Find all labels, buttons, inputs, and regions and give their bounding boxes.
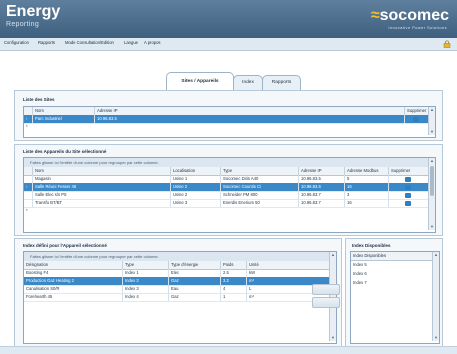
scroll-down-icon[interactable]: ▼ [429, 224, 435, 230]
col-type[interactable]: Type [220, 167, 298, 175]
col-ip[interactable]: Adresse IP [298, 167, 344, 175]
tab-sites-appareils[interactable]: Sites / Appareils [166, 72, 234, 90]
col-nom[interactable]: Nom [32, 167, 170, 175]
logo-text: socomec [379, 7, 449, 24]
index-table: Faites glisser ici l'entête d'une colonn… [23, 251, 337, 344]
new-row-icon: * [26, 124, 28, 129]
menu-langue[interactable]: Langue [124, 40, 138, 45]
col-type-energie[interactable]: Type d'énergie [168, 261, 220, 269]
delete-icon[interactable] [405, 176, 411, 182]
devices-table: Faites glisser ici l'entête d'une colonn… [23, 157, 436, 233]
delete-icon[interactable] [405, 184, 411, 190]
socomec-logo: ≈socomec [371, 7, 449, 25]
table-row[interactable]: Forehearth 45 Index 4 Gaz 1 m³ [24, 293, 336, 302]
new-row-icon: * [26, 208, 28, 213]
row-marker-icon: › [26, 184, 28, 189]
devices-panel-title: Liste des Appareils du Site sélectionné [23, 149, 107, 154]
available-index-panel: Index Disponibles Index Disponibles Inde… [345, 238, 443, 347]
scroll-down-icon[interactable]: ▼ [429, 129, 435, 135]
available-list-header: Index Disponibles [351, 252, 439, 261]
col-modbus[interactable]: Adresse Modbus [344, 167, 388, 175]
index-panel: Index défini pour l'Appareil sélectionné… [14, 238, 342, 347]
col-poids[interactable]: Poids [220, 261, 246, 269]
col-supprimer[interactable]: Supprimer [404, 107, 429, 115]
sites-panel: Liste des Sites Nom Adresse IP Supprimer… [14, 90, 443, 141]
menu-rapports[interactable]: Rapports [38, 40, 55, 45]
col-designation[interactable]: Désignation [24, 261, 122, 269]
scroll-up-icon[interactable]: ▲ [330, 252, 336, 258]
menu-apropos[interactable]: A propos [144, 40, 161, 45]
col-ip[interactable]: Adresse IP [94, 107, 404, 115]
logo-tagline: Innovative Power Solutions [388, 25, 447, 30]
devices-panel: Liste des Appareils du Site sélectionné … [14, 144, 443, 236]
scroll-down-icon[interactable]: ▼ [330, 335, 336, 341]
delete-icon[interactable] [405, 192, 411, 198]
menu-bar: Configuration Rapports Mode Consultation… [0, 38, 457, 51]
table-row-new[interactable]: * [24, 207, 435, 215]
col-type[interactable]: Type [122, 261, 168, 269]
sites-scrollbar[interactable]: ▲ ▼ [428, 107, 435, 135]
add-index-button[interactable] [312, 284, 340, 295]
sites-panel-title: Liste des Sites [23, 97, 55, 102]
lock-icon[interactable] [443, 40, 451, 48]
delete-icon[interactable] [413, 116, 419, 122]
list-item[interactable]: Index 7 [353, 280, 367, 285]
index-panel-title: Index défini pour l'Appareil sélectionné [23, 243, 107, 248]
row-marker-icon: › [26, 116, 28, 121]
app-subtitle: Reporting [6, 21, 40, 28]
col-unite[interactable]: Unité [246, 261, 274, 269]
devices-scrollbar[interactable]: ▲ ▼ [428, 158, 435, 230]
logo-mark-icon: ≈ [370, 7, 380, 24]
col-nom[interactable]: Nom [32, 107, 94, 115]
menu-configuration[interactable]: Configuration [4, 40, 29, 45]
available-panel-title: Index Disponibles [352, 243, 391, 248]
available-scrollbar[interactable]: ▲ ▼ [432, 252, 439, 341]
scroll-up-icon[interactable]: ▲ [433, 252, 439, 258]
table-row-new[interactable]: * [24, 123, 435, 131]
col-localisation[interactable]: Localisation [170, 167, 220, 175]
available-index-list: Index Disponibles Index 5 Index 6 Index … [350, 251, 440, 344]
list-item[interactable]: Index 5 [353, 262, 367, 267]
scroll-up-icon[interactable]: ▲ [429, 107, 435, 113]
tab-rapports[interactable]: Rapports [262, 75, 301, 90]
app-header: Energy Reporting ≈socomec Innovative Pow… [0, 0, 457, 38]
scroll-up-icon[interactable]: ▲ [429, 158, 435, 164]
app-title: Energy [6, 3, 61, 20]
sites-table: Nom Adresse IP Supprimer › Parc Industri… [23, 106, 436, 138]
tab-index[interactable]: Index [233, 75, 263, 90]
menu-mode[interactable]: Mode Consultation/Edition [65, 40, 114, 45]
delete-icon[interactable] [405, 200, 411, 206]
col-supprimer[interactable]: Supprimer [388, 167, 428, 175]
scroll-down-icon[interactable]: ▼ [433, 335, 439, 341]
list-item[interactable]: Index 6 [353, 271, 367, 276]
scroll-thumb[interactable] [430, 166, 434, 196]
remove-index-button[interactable] [312, 297, 340, 308]
